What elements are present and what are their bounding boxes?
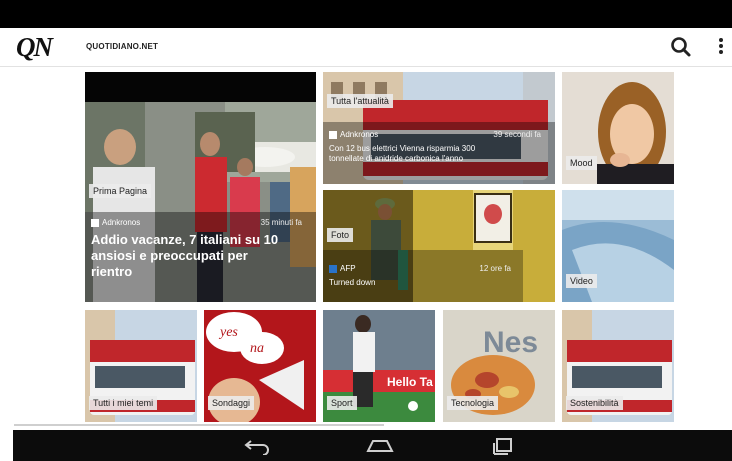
bus-photo <box>323 72 555 184</box>
tile-sport[interactable]: Hello Ta Sport <box>323 310 435 422</box>
tile-miei-temi[interactable]: Tutti i miei temi <box>85 310 197 422</box>
app-bar: QN QUOTIDIANO.NET <box>0 28 732 67</box>
news-time: 35 minuti fa <box>260 218 302 227</box>
tile-sondaggi[interactable]: yes na Sondaggi <box>204 310 316 422</box>
news-time: 39 secondi fa <box>493 130 541 139</box>
news-text[interactable]: Con 12 bus elettrici Vienna risparmia 30… <box>329 144 509 164</box>
tile-label: Sport <box>327 396 357 410</box>
scroll-indicator <box>14 424 384 426</box>
news-meta: AFP 12 ore fa <box>329 264 519 273</box>
tile-foto[interactable]: Foto AFP 12 ore fa Turned down <box>323 190 555 302</box>
tile-tecnologia[interactable]: Nes Tecnologia <box>443 310 555 422</box>
status-bar <box>0 0 732 28</box>
news-time: 12 ore fa <box>479 264 511 273</box>
tile-label: Prima Pagina <box>89 184 152 198</box>
site-name: QUOTIDIANO.NET <box>86 42 159 51</box>
tile-label: Mood <box>566 156 597 170</box>
overflow-menu-icon[interactable] <box>716 36 726 58</box>
tile-mood[interactable]: Mood <box>562 72 674 184</box>
source-icon <box>91 218 99 227</box>
recent-apps-icon[interactable] <box>491 437 517 455</box>
banner-text: Hello Ta <box>387 375 433 389</box>
news-meta: Adnkronos 35 minuti fa <box>91 218 310 227</box>
news-headline[interactable]: Addio vacanze, 7 italiani su 10 ansiosi … <box>91 232 291 280</box>
tile-label: Foto <box>327 228 354 242</box>
tile-video[interactable]: Video <box>562 190 674 302</box>
tile-label: Tutti i miei temi <box>89 396 158 410</box>
navigation-bar <box>13 430 732 461</box>
news-source: AFP <box>340 264 356 273</box>
news-text[interactable]: Turned down <box>329 278 375 287</box>
bubble-text: yes <box>218 325 238 340</box>
source-icon <box>329 264 337 273</box>
tile-label: Tutta l'attualità <box>327 94 393 108</box>
tile-label: Sondaggi <box>208 396 255 410</box>
bubble-text: na <box>250 341 264 356</box>
tile-label: Tecnologia <box>447 396 499 410</box>
app-logo[interactable]: QN <box>16 32 53 62</box>
tile-sostenibilita[interactable]: Sostenibilità <box>562 310 674 422</box>
tile-prima-pagina[interactable]: Prima Pagina Adnkronos 35 minuti fa Addi… <box>85 72 316 302</box>
brand-text: Nes <box>483 326 538 359</box>
news-meta: Adnkronos 39 secondi fa <box>329 130 549 139</box>
tile-attualita[interactable]: Tutta l'attualità Adnkronos 39 secondi f… <box>323 72 555 184</box>
news-source: Adnkronos <box>340 130 379 139</box>
tile-label: Video <box>566 274 597 288</box>
tile-label: Sostenibilità <box>566 396 623 410</box>
news-source: Adnkronos <box>102 218 141 227</box>
home-icon[interactable] <box>365 437 395 455</box>
back-icon[interactable] <box>243 437 273 455</box>
search-icon[interactable] <box>668 34 694 60</box>
source-icon <box>329 130 337 139</box>
